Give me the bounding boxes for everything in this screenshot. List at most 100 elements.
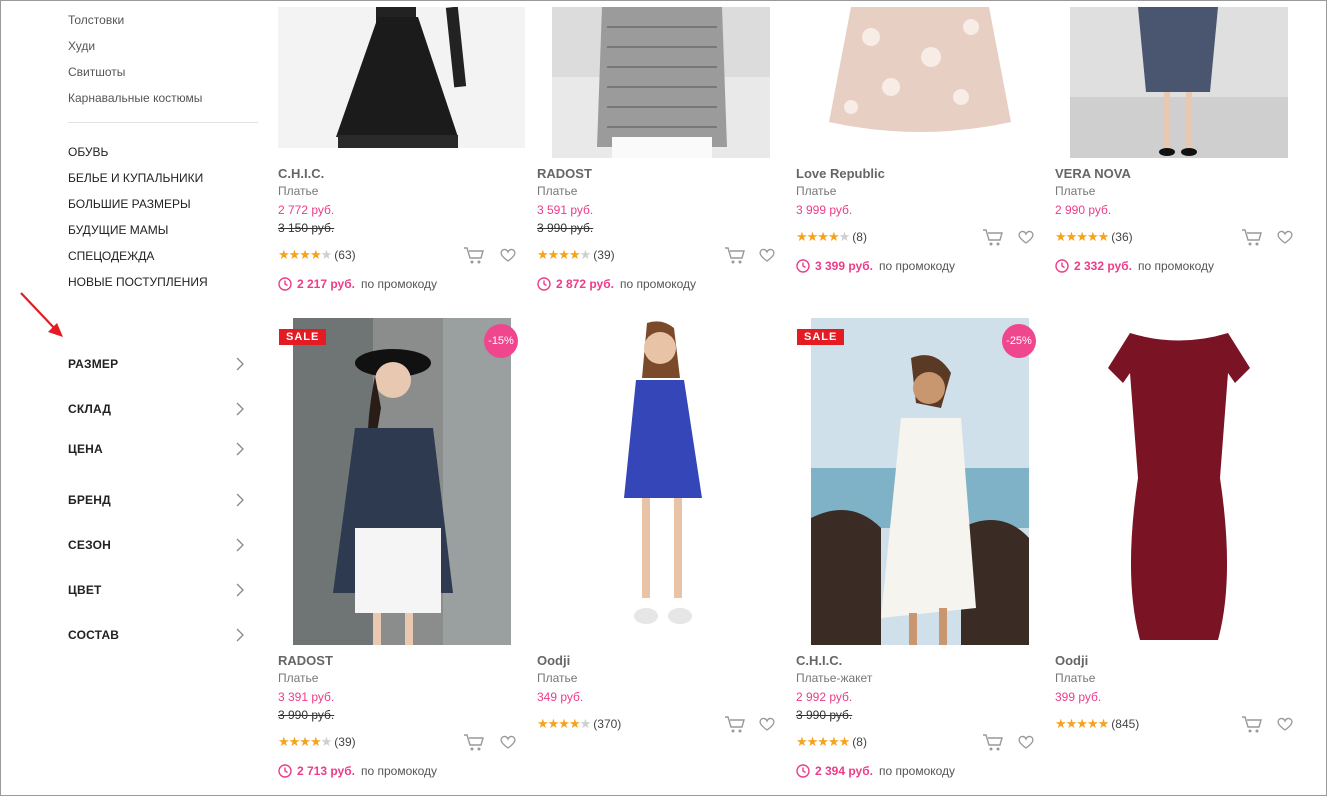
- promo-price-value: 2 217 руб.: [297, 277, 355, 291]
- product-image[interactable]: [811, 7, 1029, 132]
- rating-stars: ★★★★★: [537, 716, 591, 731]
- product-type: Платье: [537, 671, 578, 685]
- chevron-right-icon: [236, 357, 244, 371]
- review-count: (370): [593, 717, 622, 731]
- product-type: Платье: [278, 184, 319, 198]
- heart-icon[interactable]: [758, 715, 776, 733]
- filter-season[interactable]: СЕЗОН: [68, 534, 248, 556]
- product-image[interactable]: [552, 318, 770, 645]
- heart-icon[interactable]: [1276, 228, 1294, 246]
- filter-warehouse[interactable]: СКЛАД: [68, 398, 248, 420]
- cart-icon[interactable]: [982, 227, 1004, 247]
- discount-badge: -15%: [484, 324, 518, 358]
- product-brand[interactable]: Oodji: [537, 653, 570, 668]
- product-type: Платье: [278, 671, 319, 685]
- promo-price-value: 2 713 руб.: [297, 764, 355, 778]
- sale-badge: SALE: [279, 329, 327, 345]
- chevron-right-icon: [236, 628, 244, 642]
- filter-color[interactable]: ЦВЕТ: [68, 579, 248, 601]
- sidebar-category-lingerie[interactable]: БЕЛЬЕ И КУПАЛЬНИКИ: [68, 171, 203, 185]
- chevron-right-icon: [236, 538, 244, 552]
- filter-price[interactable]: ЦЕНА: [68, 438, 248, 460]
- product-brand[interactable]: RADOST: [278, 653, 333, 668]
- product-rating: ★★★★★ (39): [278, 734, 356, 750]
- chevron-right-icon: [236, 493, 244, 507]
- promo-label: по промокоду: [1137, 259, 1215, 273]
- rating-stars: ★★★★★: [1055, 716, 1109, 731]
- review-count: (8): [852, 735, 867, 749]
- clock-icon: [1055, 259, 1069, 273]
- promo-price: 2 217 руб. по промокоду: [278, 277, 437, 291]
- rating-stars: ★★★★★: [796, 734, 850, 749]
- cart-icon[interactable]: [463, 245, 485, 265]
- sidebar-sublink-hudi[interactable]: Худи: [68, 39, 95, 53]
- cart-icon[interactable]: [724, 714, 746, 734]
- filter-brand[interactable]: БРЕНД: [68, 489, 248, 511]
- promo-price: 3 399 руб. по промокоду: [796, 259, 955, 273]
- product-brand[interactable]: VERA NOVA: [1055, 166, 1131, 181]
- cart-icon[interactable]: [463, 732, 485, 752]
- sidebar-sublink-svitshoty[interactable]: Свитшоты: [68, 65, 125, 79]
- product-price: 2 990 руб.: [1055, 203, 1112, 217]
- cart-icon[interactable]: [724, 245, 746, 265]
- rating-stars: ★★★★★: [278, 734, 332, 749]
- product-brand[interactable]: Love Republic: [796, 166, 885, 181]
- filter-label: СКЛАД: [68, 402, 112, 416]
- sidebar-category-shoes[interactable]: ОБУВЬ: [68, 145, 108, 159]
- product-brand[interactable]: C.H.I.C.: [278, 166, 324, 181]
- product-brand[interactable]: Oodji: [1055, 653, 1088, 668]
- sidebar-category-maternity[interactable]: БУДУЩИЕ МАМЫ: [68, 223, 168, 237]
- heart-icon[interactable]: [499, 733, 517, 751]
- sidebar-category-plus-size[interactable]: БОЛЬШИЕ РАЗМЕРЫ: [68, 197, 191, 211]
- cart-icon[interactable]: [1241, 714, 1263, 734]
- product-type: Платье-жакет: [796, 671, 873, 685]
- product-price: 3 391 руб.: [278, 690, 335, 704]
- promo-price-value: 2 332 руб.: [1074, 259, 1132, 273]
- product-price: 3 999 руб.: [796, 203, 853, 217]
- product-image[interactable]: [293, 318, 511, 645]
- promo-price-value: 2 394 руб.: [815, 764, 873, 778]
- heart-icon[interactable]: [1276, 715, 1294, 733]
- promo-label: по промокоду: [360, 277, 438, 291]
- product-price: 3 591 руб.: [537, 203, 594, 217]
- clock-icon: [278, 277, 292, 291]
- product-rating: ★★★★★ (39): [537, 247, 615, 263]
- heart-icon[interactable]: [499, 246, 517, 264]
- product-image[interactable]: [1070, 318, 1288, 645]
- filter-composition[interactable]: СОСТАВ: [68, 624, 248, 646]
- filter-label: ЦЕНА: [68, 442, 103, 456]
- product-price: 399 руб.: [1055, 690, 1102, 704]
- product-image[interactable]: [552, 7, 770, 158]
- sidebar-sublink-carnival[interactable]: Карнавальные костюмы: [68, 91, 202, 105]
- sidebar-category-new-arrivals[interactable]: НОВЫЕ ПОСТУПЛЕНИЯ: [68, 275, 208, 289]
- filter-label: СЕЗОН: [68, 538, 112, 552]
- sidebar-category-workwear[interactable]: СПЕЦОДЕЖДА: [68, 249, 154, 263]
- heart-icon[interactable]: [758, 246, 776, 264]
- product-price: 2 992 руб.: [796, 690, 853, 704]
- heart-icon[interactable]: [1017, 228, 1035, 246]
- filter-size[interactable]: РАЗМЕР: [68, 353, 248, 375]
- product-image[interactable]: [811, 318, 1029, 645]
- promo-price: 2 332 руб. по промокоду: [1055, 259, 1214, 273]
- rating-stars: ★★★★★: [537, 247, 591, 262]
- product-old-price: 3 150 руб.: [278, 221, 335, 235]
- cart-icon[interactable]: [1241, 227, 1263, 247]
- product-rating: ★★★★★ (845): [1055, 716, 1139, 732]
- sale-badge: SALE: [797, 329, 845, 345]
- clock-icon: [537, 277, 551, 291]
- product-image[interactable]: [278, 7, 525, 148]
- sidebar-sublink-tolstovki[interactable]: Толстовки: [68, 13, 124, 27]
- product-brand[interactable]: C.H.I.C.: [796, 653, 842, 668]
- heart-icon[interactable]: [1017, 733, 1035, 751]
- promo-label: по промокоду: [878, 259, 956, 273]
- cart-icon[interactable]: [982, 732, 1004, 752]
- product-image[interactable]: [1070, 7, 1288, 158]
- product-type: Платье: [1055, 671, 1096, 685]
- review-count: (845): [1111, 717, 1140, 731]
- clock-icon: [796, 259, 810, 273]
- product-brand[interactable]: RADOST: [537, 166, 592, 181]
- product-price: 349 руб.: [537, 690, 584, 704]
- review-count: (39): [593, 248, 615, 262]
- filter-label: РАЗМЕР: [68, 357, 119, 371]
- product-price: 2 772 руб.: [278, 203, 335, 217]
